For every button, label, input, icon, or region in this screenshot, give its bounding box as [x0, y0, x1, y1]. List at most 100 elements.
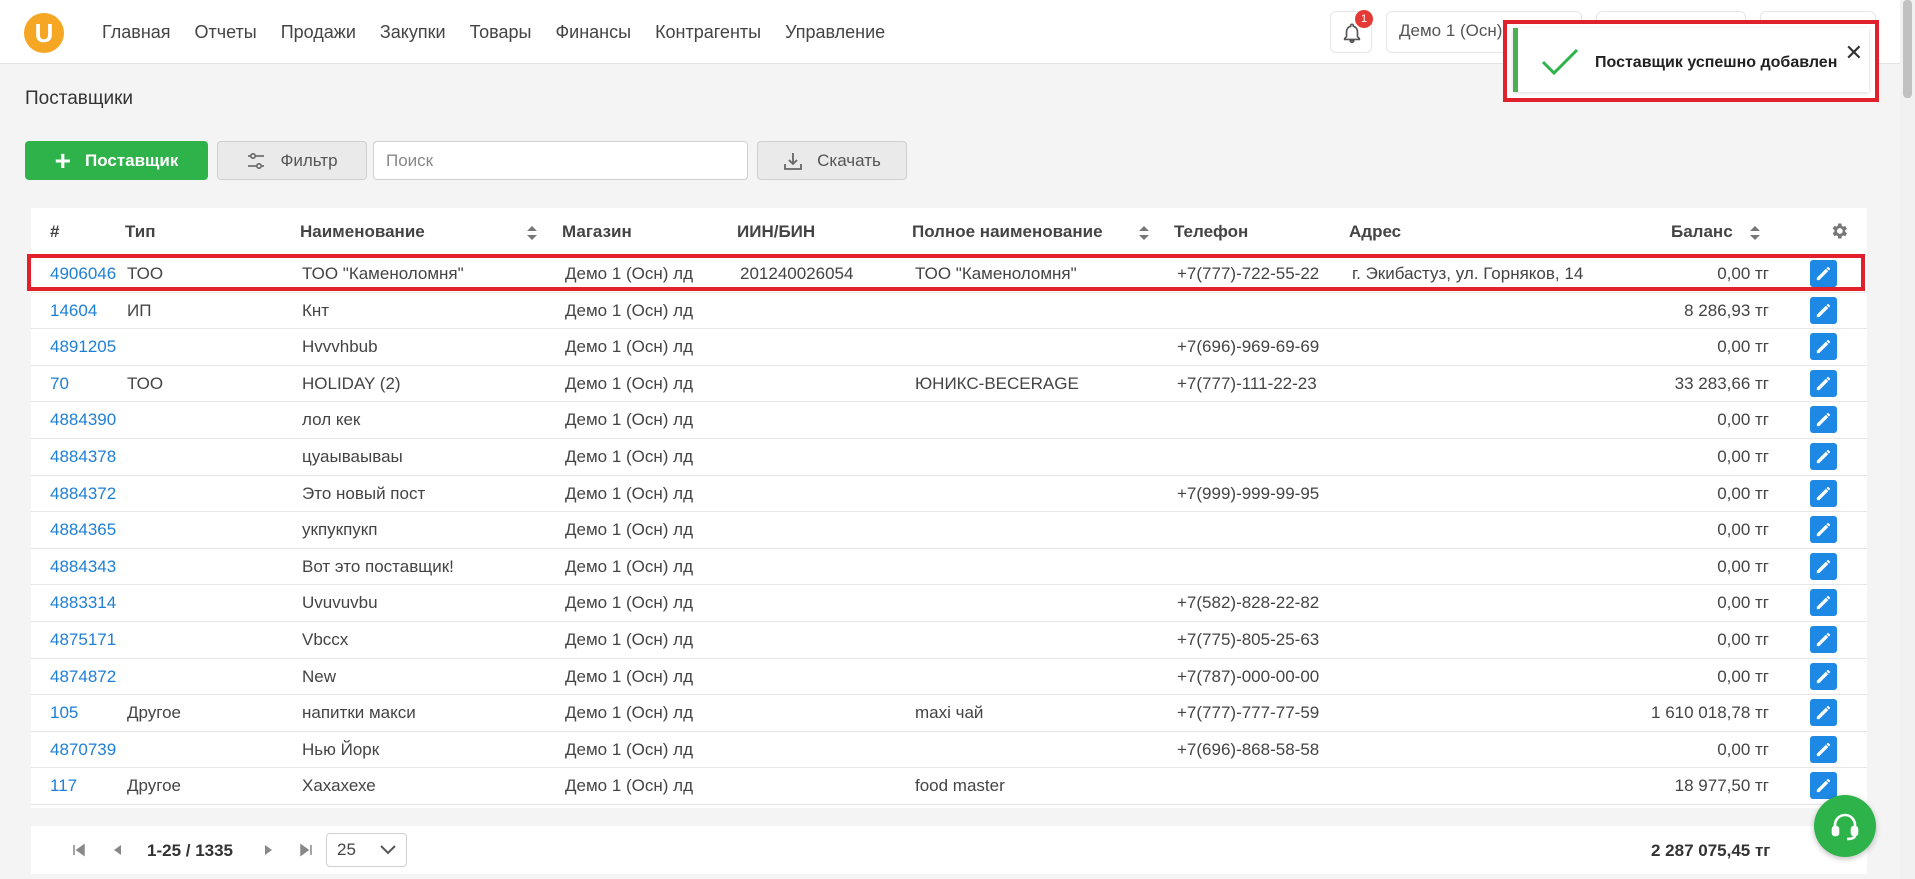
edit-button[interactable]	[1810, 516, 1837, 544]
pencil-icon	[1816, 340, 1831, 354]
supplier-id-link[interactable]: 117	[50, 776, 77, 796]
supplier-id-link[interactable]: 4875171	[50, 630, 116, 650]
col-full-name[interactable]: Полное наименование	[912, 222, 1103, 242]
cell-name: ТОО "Каменоломня"	[302, 264, 464, 283]
edit-button[interactable]	[1810, 479, 1837, 507]
table-row: 4883314 Uvuvuvbu Демо 1 (Осн) лд +7(582)-82…	[31, 585, 1867, 622]
table-row: 4884372 Это новый пост Демо 1 (Осн) лд +7(9…	[31, 476, 1867, 513]
cell-store: Демо 1 (Осн) лд	[565, 593, 694, 613]
supplier-id-link[interactable]: 14604	[50, 301, 97, 321]
notifications-button[interactable]: 1	[1330, 10, 1373, 53]
add-supplier-button[interactable]: + Поставщик	[25, 141, 208, 180]
sort-icon[interactable]	[1749, 225, 1761, 241]
nav-item-purchases[interactable]: Закупки	[380, 22, 446, 43]
supplier-id-link[interactable]: 4891205	[50, 337, 116, 357]
next-page-icon[interactable]	[261, 842, 277, 858]
sort-icon[interactable]	[526, 225, 538, 241]
col-store: Магазин	[562, 222, 632, 241]
edit-button[interactable]	[1810, 406, 1837, 434]
supplier-id-link[interactable]: 4884390	[50, 410, 116, 430]
download-label: Скачать	[817, 150, 881, 170]
supplier-id-link[interactable]: 105	[50, 703, 78, 723]
cell-balance: 8 286,93 тг	[1684, 300, 1769, 320]
nav-item-counterparties[interactable]: Контрагенты	[655, 22, 761, 43]
supplier-id-link[interactable]: 4884343	[50, 557, 116, 577]
cell-name: Нью Йорк	[302, 739, 380, 759]
table-row: 4884343 Вот это поставщик! Демо 1 (Осн) лд…	[31, 549, 1867, 586]
cell-phone: +7(777)-777-77-59	[1177, 703, 1320, 723]
supplier-id-link[interactable]: 4906046	[50, 264, 116, 284]
prev-page-icon[interactable]	[109, 842, 125, 858]
edit-button[interactable]	[1810, 735, 1837, 763]
scrollbar-thumb[interactable]	[1903, 0, 1912, 98]
success-toast-highlight: Поставщик успешно добавлен ✕	[1503, 20, 1879, 102]
pencil-icon	[1816, 559, 1831, 573]
app-logo[interactable]: U	[24, 13, 64, 53]
edit-button[interactable]	[1810, 296, 1837, 324]
cell-phone: +7(777)-722-55-22	[1177, 264, 1320, 283]
add-supplier-label: Поставщик	[84, 150, 179, 170]
download-button[interactable]: Скачать	[757, 141, 907, 180]
supplier-id-link[interactable]: 70	[50, 374, 69, 394]
cell-balance: 0,00 тг	[1717, 483, 1769, 503]
last-page-icon[interactable]	[298, 842, 314, 858]
table-row: 4884378 цуаываываы Демо 1 (Осн) лд 0,00 тг	[31, 439, 1867, 476]
supplier-id-link[interactable]: 4884372	[50, 484, 116, 504]
page-scrollbar[interactable]	[1900, 0, 1915, 879]
edit-button[interactable]	[1810, 333, 1837, 361]
col-id: #	[50, 222, 60, 241]
edit-button[interactable]	[1810, 699, 1837, 727]
table-row: 4870739 Нью Йорк Демо 1 (Осн) лд +7(696)-86…	[31, 732, 1867, 769]
cell-phone: +7(696)-868-58-58	[1177, 739, 1320, 759]
cell-name: цуаываываы	[302, 447, 403, 466]
cell-balance: 18 977,50 тг	[1674, 776, 1769, 796]
cell-balance: 0,00 тг	[1717, 264, 1769, 283]
table-row: 4869509HdbdbhdbhdbhdbДемо 1 (Осн) лд+7(5…	[31, 805, 1867, 808]
page-size-value: 25	[337, 840, 356, 859]
supplier-id-link[interactable]: 4874872	[50, 667, 116, 687]
pencil-icon	[1816, 449, 1831, 464]
edit-button[interactable]	[1810, 369, 1837, 397]
edit-button[interactable]	[1810, 662, 1837, 690]
sort-icon[interactable]	[1138, 225, 1150, 241]
cell-phone: +7(775)-805-25-63	[1177, 630, 1320, 649]
support-button[interactable]	[1814, 795, 1876, 857]
supplier-id-link[interactable]: 4883314	[50, 593, 116, 613]
edit-button[interactable]	[1810, 589, 1837, 617]
edit-button[interactable]	[1810, 626, 1837, 653]
supplier-id-link[interactable]: 4884365	[50, 520, 116, 540]
col-balance[interactable]: Баланс	[1671, 222, 1733, 242]
nav-item-finance[interactable]: Финансы	[555, 22, 631, 43]
cell-balance: 1 610 018,78 тг	[1651, 703, 1769, 723]
edit-button[interactable]	[1810, 443, 1837, 470]
page-size-select[interactable]: 25	[326, 833, 407, 867]
first-page-icon[interactable]	[71, 842, 87, 858]
gear-icon[interactable]	[1829, 221, 1849, 241]
col-type: Тип	[125, 222, 156, 241]
close-icon[interactable]: ✕	[1845, 40, 1863, 66]
nav-item-home[interactable]: Главная	[102, 22, 171, 43]
cell-full-name: maxi чай	[915, 703, 984, 723]
edit-button[interactable]	[1810, 260, 1837, 287]
cell-store: Демо 1 (Осн) лд	[565, 703, 694, 723]
pencil-icon	[1816, 413, 1831, 427]
filter-icon	[248, 152, 265, 169]
nav-item-sales[interactable]: Продажи	[281, 22, 356, 43]
filter-button[interactable]: Фильтр	[217, 141, 367, 180]
search-input[interactable]	[373, 141, 748, 180]
nav-item-reports[interactable]: Отчеты	[195, 22, 257, 43]
pagination-range: 1-25 / 1335	[147, 841, 234, 860]
nav-item-products[interactable]: Товары	[470, 22, 532, 43]
cell-full-name: ЮНИКС-BECERAGE	[915, 373, 1079, 393]
supplier-id-link[interactable]: 4870739	[50, 740, 116, 760]
col-name[interactable]: Наименование	[300, 222, 425, 242]
pencil-icon	[1816, 303, 1831, 317]
supplier-id-link[interactable]: 4884378	[50, 447, 116, 467]
nav-item-management[interactable]: Управление	[785, 22, 885, 43]
table-row: 105 Другое напитки макси Демо 1 (Осн) лд max…	[31, 695, 1867, 732]
cell-phone: +7(999)-999-99-95	[1177, 483, 1320, 503]
cell-type: ИП	[127, 300, 152, 320]
cell-name: New	[302, 666, 337, 686]
edit-button[interactable]	[1810, 552, 1837, 580]
edit-button[interactable]	[1810, 772, 1837, 800]
